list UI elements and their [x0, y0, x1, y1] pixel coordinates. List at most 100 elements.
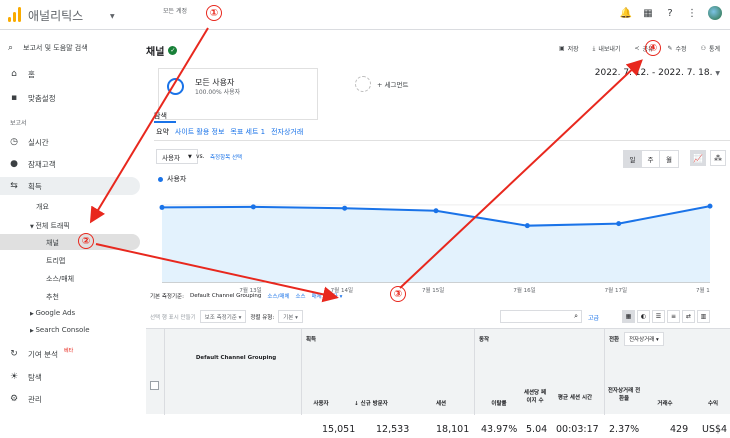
acquisition-icon: ⇆ [10, 181, 18, 191]
chart-type-toggle: 📈 ⁂ [690, 150, 726, 166]
data-point[interactable] [707, 203, 713, 209]
account-selector[interactable]: 모든 계정 [163, 6, 187, 15]
sidebar-item-google-ads[interactable]: ▶ Google Ads [30, 309, 75, 317]
sidebar-item-home[interactable]: ⌂ 홈 [0, 65, 140, 83]
export-button[interactable]: ⤓ 내보내기 [592, 44, 621, 54]
dimension-link-medium[interactable]: 매체 [312, 292, 322, 300]
sidebar-item-referrals[interactable]: 추천 [46, 292, 59, 302]
view-pivot-icon[interactable]: ▥ [697, 310, 710, 323]
bell-icon[interactable]: 🔔 [620, 7, 632, 19]
sidebar-item-discover[interactable]: ☀ 탐색 [0, 368, 140, 386]
sidebar-item-custom[interactable]: ▪ 맞춤설정 [0, 89, 140, 107]
add-segment-circle-icon [355, 76, 371, 92]
data-point[interactable] [159, 204, 165, 210]
sidebar-item-admin[interactable]: ⚙ 관리 [0, 390, 140, 408]
x-tick-label: 7월 15일 [422, 286, 444, 294]
account-chevron-down-icon[interactable]: ▼ [110, 13, 115, 20]
column-header-dimension[interactable]: Default Channel Grouping [176, 355, 296, 361]
table-filter-row: 선택 행 표시 만들기 보조 측정기준 ▾ 정렬 유형: 기본 ▾ [150, 310, 303, 323]
view-performance-icon[interactable]: ☰ [652, 310, 665, 323]
column-header-revenue[interactable]: 수익 [698, 399, 728, 407]
sidebar-item-all-traffic[interactable]: ▼ 전체 트래픽 [30, 221, 70, 231]
date-range-picker[interactable]: 2022. 7. 12. - 2022. 7. 18. ▼ [595, 68, 720, 78]
sidebar-item-channels[interactable]: 채널 [46, 238, 59, 248]
sidebar-search[interactable]: ⌕ 보고서 및 도움말 검색 [8, 43, 88, 53]
line-chart: 3,0002,0001,0007월 13일7월 14일7월 15일7월 16일7… [159, 203, 713, 294]
segment-card[interactable]: 모든 사용자 100.00% 사용자 [158, 68, 318, 120]
primary-dimension-label: 기본 측정기준: [150, 294, 184, 300]
pencil-icon: ✎ [667, 45, 673, 52]
total-ecommerce-conversion-rate: 2.37% [609, 424, 640, 435]
column-header-users[interactable]: 사용자 [304, 399, 338, 407]
secondary-dimension-select[interactable]: 보조 측정기준 ▾ [199, 310, 247, 323]
total-new-users: 12,533 [376, 424, 410, 435]
granularity-week[interactable]: 주 [642, 151, 660, 167]
conversion-type-select[interactable]: 전자상거래 ▾ [624, 332, 664, 346]
avatar[interactable] [708, 6, 722, 20]
tab-explorer[interactable]: 탐색 [154, 111, 167, 121]
sort-type-select[interactable]: 기본 ▾ [278, 310, 303, 323]
view-comparison-icon[interactable]: ≡ [667, 310, 680, 323]
main-content: 채널 ✓ ▣ 저장 ⤓ 내보내기 ≺ 공유 ✎ 수정 ⚇ 통계 모든 사용자 100.00… [140, 30, 730, 435]
compare-metric-select[interactable]: 측정항목 선택 [210, 153, 242, 161]
apps-icon[interactable]: ▦ [642, 7, 654, 19]
column-header-bounce-rate[interactable]: 이탈률 [476, 399, 522, 407]
view-term-cloud-icon[interactable]: ⇄ [682, 310, 695, 323]
sidebar-item-audience[interactable]: ● 잠재고객 [0, 155, 140, 173]
column-header-pages-per-session[interactable]: 세션당 페이지 수 [522, 389, 548, 405]
dimension-link-other[interactable]: 기타 ▾ [328, 292, 343, 300]
subtab-summary[interactable]: 요약 [156, 127, 169, 137]
save-button[interactable]: ▣ 저장 [559, 44, 579, 53]
edit-button[interactable]: ✎ 수정 [667, 44, 686, 53]
analytics-logo-icon[interactable] [8, 6, 22, 22]
data-point[interactable] [342, 205, 348, 211]
sidebar-item-overview[interactable]: 개요 [36, 202, 49, 212]
view-data-icon[interactable]: ▦ [622, 310, 635, 323]
data-point[interactable] [616, 221, 622, 227]
subtab-ecommerce[interactable]: 전자상거래 [271, 127, 303, 137]
column-header-sessions[interactable]: 세션 [416, 399, 466, 407]
view-percentage-icon[interactable]: ◐ [637, 310, 650, 323]
data-point[interactable] [250, 204, 256, 210]
more-vert-icon[interactable]: ⋮ [686, 7, 698, 19]
sidebar-item-source-medium[interactable]: 소스/매체 [46, 274, 74, 284]
metric-select[interactable]: 사용자 ▼ [156, 149, 198, 164]
annotation-marker-1: ① [206, 5, 222, 21]
sidebar-item-attribution[interactable]: ↻ 기여 분석 베타 [0, 345, 140, 363]
table-search-input[interactable]: ⌕ [500, 310, 582, 323]
sidebar-item-acquisition[interactable]: ⇆ 획득 [0, 177, 140, 195]
total-pages-per-session: 5.04 [526, 424, 548, 435]
divider [154, 140, 730, 141]
insights-button[interactable]: ⚇ 통계 [701, 44, 720, 53]
help-icon[interactable]: ? [664, 7, 676, 19]
primary-dimension-value[interactable]: Default Channel Grouping [190, 293, 261, 299]
attribution-icon: ↻ [10, 349, 18, 359]
sidebar: ⌕ 보고서 및 도움말 검색 ⌂ 홈 ▪ 맞춤설정 보고서 ◷ 실시간 ● 잠재고객 ⇆… [0, 30, 140, 408]
dimension-link-source-medium[interactable]: 소스/매체 [267, 292, 289, 300]
sidebar-item-treemap[interactable]: 트리맵 [46, 256, 65, 266]
subtab-goal-set[interactable]: 목표 세트 1 [230, 127, 265, 137]
motion-chart-icon[interactable]: ⁂ [710, 150, 726, 166]
subtab-site-usage[interactable]: 사이트 활용 정보 [175, 127, 225, 137]
download-icon: ⤓ [592, 44, 596, 52]
sidebar-item-search-console[interactable]: ▶ Search Console [30, 326, 90, 334]
dimension-link-source[interactable]: 소스 [296, 292, 306, 300]
group-header-conversion: 전환 [609, 337, 620, 343]
column-header-ecommerce-conversion-rate[interactable]: 전자상거래 전환율 [606, 387, 642, 403]
sidebar-item-realtime[interactable]: ◷ 실시간 [0, 133, 140, 151]
select-all-checkbox[interactable] [150, 381, 159, 390]
column-header-transactions[interactable]: 거래수 [646, 399, 684, 407]
line-chart-icon[interactable]: 📈 [690, 150, 706, 166]
beta-badge: 베타 [64, 348, 74, 354]
granularity-day[interactable]: 일 [624, 151, 642, 167]
column-header-new-users[interactable]: ↓ 신규 방문자 [342, 399, 400, 407]
granularity-month[interactable]: 월 [660, 151, 678, 167]
annotation-marker-2: ② [78, 233, 94, 249]
column-header-avg-session-duration[interactable]: 평균 세션 시간 [550, 393, 600, 401]
plot-rows-label[interactable]: 선택 행 표시 만들기 [150, 313, 196, 321]
data-point[interactable] [524, 223, 530, 229]
total-bounce-rate: 43.97% [481, 424, 518, 435]
add-segment-button[interactable]: + 세그먼트 [355, 76, 408, 92]
data-point[interactable] [433, 208, 439, 214]
advanced-filter-link[interactable]: 고급 [588, 313, 599, 322]
